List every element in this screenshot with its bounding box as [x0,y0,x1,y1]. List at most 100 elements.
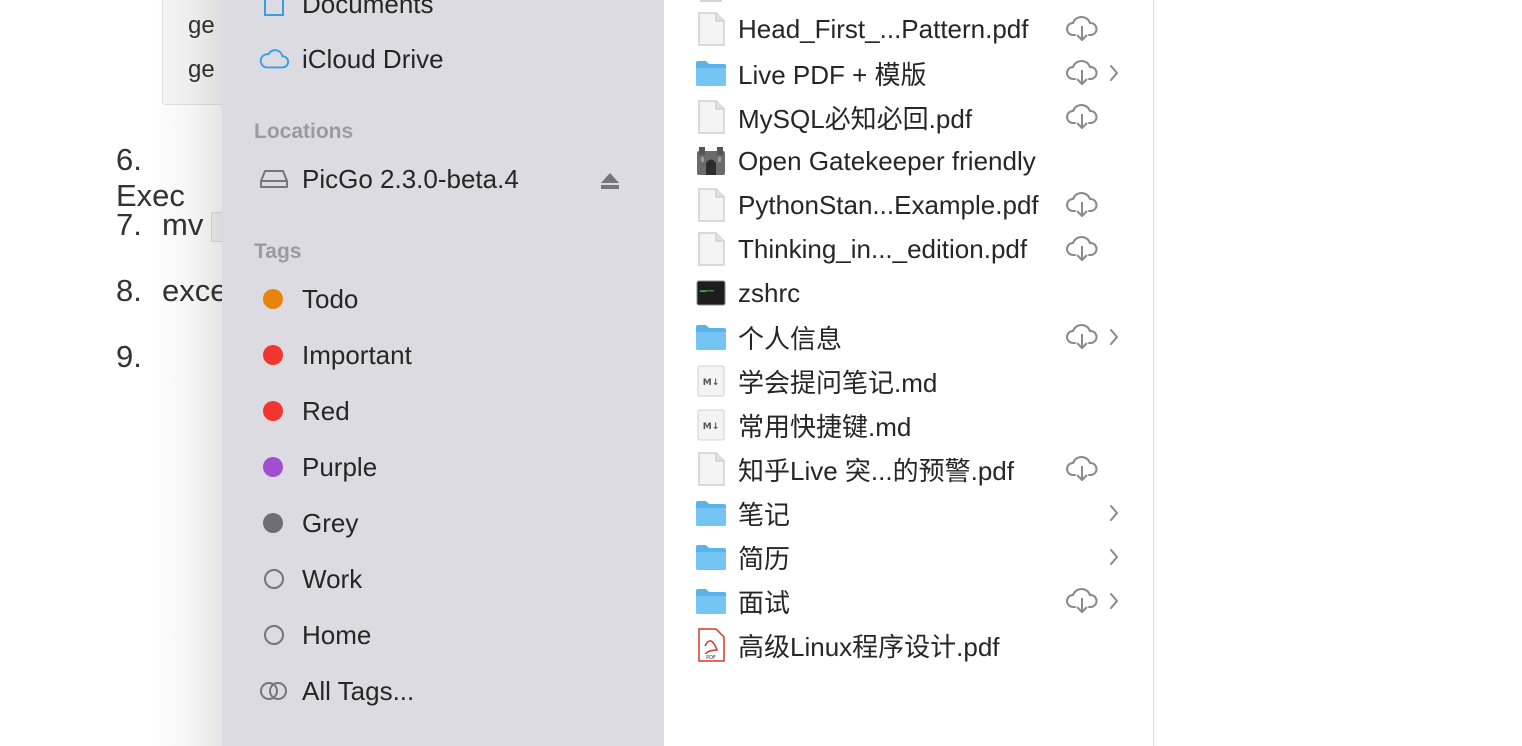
file-row[interactable]: Thinking_in..._edition.pdf [694,229,1134,269]
chevron-right-icon [1108,63,1120,83]
file-icon [694,188,728,222]
sidebar-item-label: iCloud Drive [302,43,444,74]
file-icon [694,12,728,46]
sidebar-item-label: Documents [302,0,434,19]
folder-icon [694,320,728,354]
terminal-icon [694,276,728,310]
tag-dot-icon [258,509,290,537]
cloud-download-icon[interactable] [1066,103,1098,131]
file-name: 简历 [738,543,791,574]
file-name: 面试 [738,587,791,618]
tag-ring-icon [258,565,290,593]
partial-row-remnant [700,0,722,2]
svg-text:M↓: M↓ [703,422,720,432]
all-tags-icon [258,677,290,705]
cloud-download-icon[interactable] [1066,191,1098,219]
file-list-column: Head_First_...Pattern.pdf Live PDF + 模版 My… [664,0,1154,746]
sidebar-item-label: Purple [302,451,378,482]
sidebar-item-label: Important [302,339,412,370]
cloud-download-icon[interactable] [1066,323,1098,351]
file-name: 笔记 [738,499,791,530]
svg-text:M↓: M↓ [703,378,720,388]
sidebar-item-label: Todo [302,283,359,314]
chevron-right-icon [1108,327,1120,347]
folder-icon [694,584,728,618]
file-icon [694,452,728,486]
app-icon [694,144,728,178]
folder-icon [694,496,728,530]
file-name: Thinking_in..._edition.pdf [738,233,1028,264]
file-row[interactable]: zshrc [694,273,1134,313]
file-row[interactable]: M↓ 学会提问笔记.md [694,361,1134,401]
file-row[interactable]: Head_First_...Pattern.pdf [694,9,1134,49]
tag-dot-icon [258,285,290,313]
chevron-right-icon [1108,503,1120,523]
sidebar-tag-purple[interactable]: Purple [258,447,377,487]
sidebar-item-label: Grey [302,507,359,538]
sidebar-tag-home[interactable]: Home [258,615,371,655]
tag-ring-icon [258,621,290,649]
sidebar-item-label: PicGo 2.3.0-beta.4 [302,163,519,194]
file-name: zshrc [738,277,801,308]
file-row[interactable]: PDF 高级Linux程序设计.pdf [694,625,1134,665]
file-row[interactable]: MySQL必知必回.pdf [694,97,1134,137]
pdf-icon: PDF [694,628,728,662]
drive-icon [258,165,290,193]
markdown-icon: M↓ [694,408,728,442]
file-name: Head_First_...Pattern.pdf [738,13,1029,44]
sidebar-item-label: Red [302,395,350,426]
sidebar-tag-important[interactable]: Important [258,335,412,375]
file-name: 知乎Live 突...的预警.pdf [738,455,1014,486]
sidebar-all-tags[interactable]: All Tags... [258,671,414,711]
sidebar-item-documents[interactable]: Documents [258,0,434,24]
file-name: Open Gatekeeper friendly [738,145,1036,176]
file-name: MySQL必知必回.pdf [738,103,973,134]
cloud-download-icon[interactable] [1066,455,1098,483]
cloud-download-icon[interactable] [1066,587,1098,615]
file-row[interactable]: 笔记 [694,493,1134,533]
sidebar-item-label: All Tags... [302,675,415,706]
file-row[interactable]: Open Gatekeeper friendly [694,141,1134,181]
sidebar-tag-red[interactable]: Red [258,391,350,431]
cloud-download-icon[interactable] [1066,235,1098,263]
file-row[interactable]: 面试 [694,581,1134,621]
sidebar-item-label: Home [302,619,372,650]
file-name: Live PDF + 模版 [738,59,927,90]
sidebar-tag-todo[interactable]: Todo [258,279,358,319]
sidebar-tag-grey[interactable]: Grey [258,503,358,543]
folder-icon [694,56,728,90]
dialog-shadow [150,0,222,746]
svg-text:PDF: PDF [706,655,716,661]
file-icon [694,232,728,266]
folder-icon [694,540,728,574]
file-row[interactable]: Live PDF + 模版 [694,53,1134,93]
sidebar-item-icloud-drive[interactable]: iCloud Drive [258,39,444,79]
sidebar-section-tags: Tags [254,240,302,263]
file-name: 高级Linux程序设计.pdf [738,631,1000,662]
file-row[interactable]: PythonStan...Example.pdf [694,185,1134,225]
file-name: 常用快捷键.md [738,411,912,442]
sidebar-section-locations: Locations [254,120,354,143]
file-icon [694,100,728,134]
sidebar-item-label: Work [302,563,363,594]
cloud-download-icon[interactable] [1066,15,1098,43]
chevron-right-icon [1108,591,1120,611]
sidebar-item-picgo-volume[interactable]: PicGo 2.3.0-beta.4 [258,159,519,199]
cloud-download-icon[interactable] [1066,59,1098,87]
markdown-icon: M↓ [694,364,728,398]
finder-sidebar: Documents iCloud Drive Locations PicGo 2… [222,0,664,746]
icloud-icon [258,45,290,73]
tag-dot-icon [258,453,290,481]
file-row[interactable]: 个人信息 [694,317,1134,357]
sidebar-tag-work[interactable]: Work [258,559,362,599]
preview-pane [1154,0,1522,746]
file-name: 学会提问笔记.md [738,367,938,398]
file-name: 个人信息 [738,323,843,354]
document-icon [258,0,290,18]
file-row[interactable]: M↓ 常用快捷键.md [694,405,1134,445]
eject-icon[interactable] [600,172,620,190]
file-row[interactable]: 简历 [694,537,1134,577]
file-row[interactable]: 知乎Live 突...的预警.pdf [694,449,1134,489]
tag-dot-icon [258,341,290,369]
file-name: PythonStan...Example.pdf [738,189,1039,220]
